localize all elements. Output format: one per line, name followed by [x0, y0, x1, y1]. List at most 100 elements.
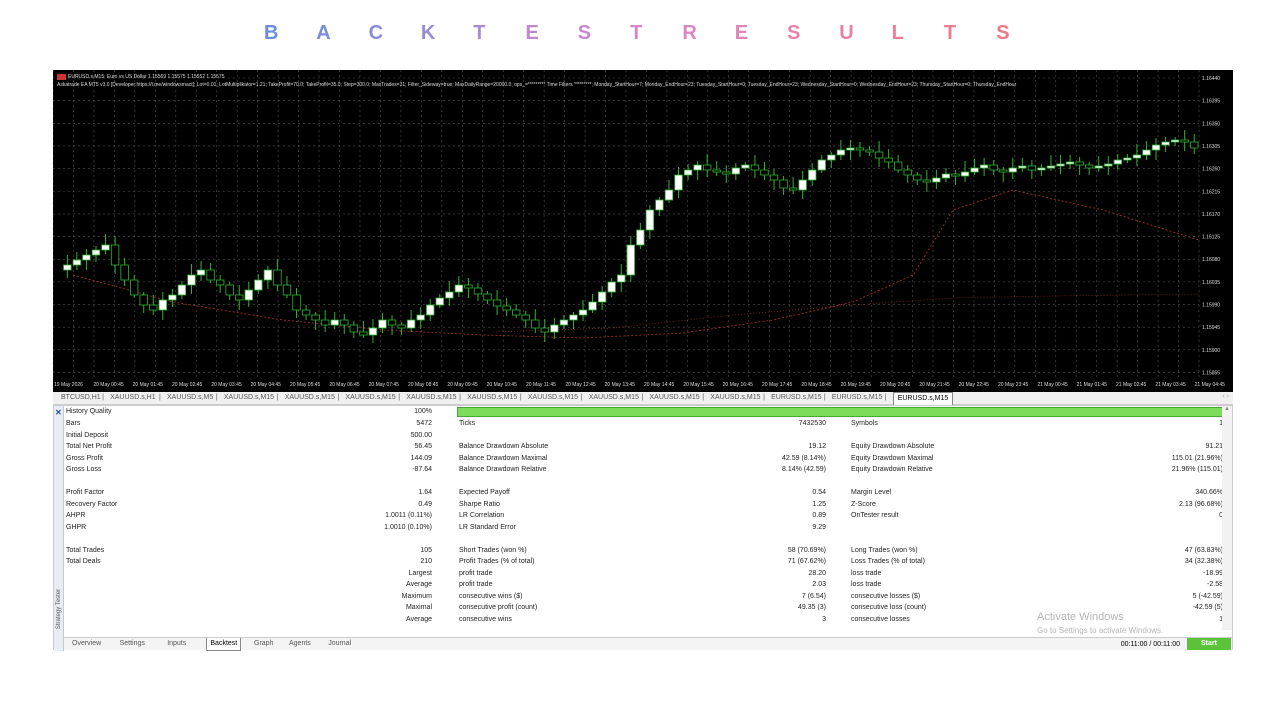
right-value: -18.99 — [1203, 569, 1223, 577]
report-scrollbar[interactable]: ▲ — [1222, 406, 1232, 630]
candle-body — [999, 169, 1008, 173]
tab-overview[interactable]: Overview — [72, 640, 101, 647]
heading-letter: R — [682, 22, 697, 44]
chart-tab[interactable]: XAUUSD.s,M15 — [285, 394, 335, 401]
heading-letter: B — [264, 22, 279, 44]
report-row — [64, 476, 1224, 488]
time-label: 20 May 03:45 — [211, 382, 242, 388]
right-value: 47 (63.83%) — [1184, 546, 1223, 554]
row-value: 56.45 — [414, 443, 432, 450]
chart-tab[interactable]: EURUSD.s,M15 — [832, 394, 883, 401]
tab-divider: | — [215, 394, 218, 401]
chart-tab[interactable]: XAUUSD.s,M15 — [589, 394, 639, 401]
price-chart[interactable]: 1.16440 1.16395 1.16350 1.16305 1.16260 1.162… — [53, 70, 1233, 392]
candle-body — [244, 289, 253, 301]
candle-body — [559, 319, 569, 326]
chart-tab[interactable]: XAUUSD.s,M15 — [710, 394, 760, 401]
right-label: Loss Trades (% of total) — [851, 558, 925, 565]
mid-value: 49.35 (3) — [797, 604, 826, 611]
candle-body — [970, 167, 979, 173]
candle-body — [63, 264, 72, 271]
tab-agents[interactable]: Agents — [289, 640, 311, 647]
tab-scroll-icon[interactable]: ‹ › — [1222, 393, 1229, 400]
mid-label: Profit Trades (% of total) — [459, 558, 535, 565]
candle-body — [855, 147, 865, 151]
flag-icon — [57, 73, 66, 80]
tab-backtest[interactable]: Backtest — [206, 638, 242, 651]
candle-body — [91, 249, 101, 256]
report-row — [64, 533, 1224, 545]
chart-tab[interactable]: EURUSD.s,M15 — [892, 392, 954, 405]
mid-label: profit trade — [459, 569, 493, 577]
price-label: 1.15945 — [1202, 325, 1220, 331]
candle-body — [884, 157, 893, 163]
time-label: 21 May 04:45 — [1195, 382, 1226, 388]
report-row: Recovery Factor 0.49 Sharpe Ratio 1.25 Z-Sco… — [64, 499, 1224, 511]
candle-body — [378, 319, 387, 329]
candle-body — [932, 177, 941, 183]
candle-body — [760, 169, 769, 176]
time-label: 21 May 00:45 — [1037, 382, 1068, 388]
candle-body — [502, 305, 511, 311]
row-value: 1.0011 (0.11%) — [385, 512, 432, 519]
time-label: 20 May 01:45 — [133, 382, 164, 388]
candle-body — [273, 269, 282, 286]
mid-value: 71 (67.62%) — [787, 558, 826, 565]
mid-label: Balance Drawdown Maximal — [459, 454, 548, 462]
row-label: Gross Profit — [66, 454, 103, 462]
chart-tab[interactable]: XAUUSD.s,M15 — [528, 394, 578, 401]
candle-body — [960, 171, 970, 177]
candle-body — [464, 284, 473, 289]
price-label: 1.16035 — [1202, 280, 1220, 286]
candle-body — [263, 269, 273, 281]
candle-body — [550, 324, 559, 333]
tab-inputs[interactable]: Inputs — [167, 640, 186, 647]
chart-tab[interactable]: XAUUSD.s,M15 — [224, 394, 274, 401]
chart-tab[interactable]: XAUUSD.s,M15 — [346, 394, 396, 401]
candle-body — [158, 299, 168, 311]
candle-body — [1037, 167, 1046, 171]
mid-value: 42.59 (8.14%) — [782, 454, 826, 462]
chart-tab[interactable]: XAUUSD.s,M15 — [406, 394, 456, 401]
mid-value: 7 (6.54) — [801, 592, 826, 600]
tab-journal[interactable]: Journal — [328, 640, 351, 647]
close-icon[interactable]: ✕ — [55, 408, 62, 417]
candle-body — [1104, 163, 1113, 167]
chart-tab[interactable]: XAUUSD.s,M15 — [467, 394, 517, 401]
chart-tab[interactable]: XAUUSD.s,M5 — [167, 394, 213, 401]
candle-body — [808, 169, 817, 181]
tab-graph[interactable]: Graph — [254, 640, 273, 647]
candle-body — [1008, 167, 1017, 173]
row-value: 210 — [420, 558, 432, 565]
row-value: Maximal — [405, 604, 432, 611]
candle-body — [139, 294, 148, 306]
candle-body — [703, 164, 712, 171]
right-value: 115.01 (21.96%) — [1171, 454, 1223, 462]
price-label: 1.16305 — [1202, 144, 1220, 150]
chart-tab[interactable]: BTCUSD,H1 — [61, 394, 101, 401]
candle-body — [874, 151, 884, 159]
candle-body — [626, 244, 635, 276]
candlestick-chart-svg: 1.16440 1.16395 1.16350 1.16305 1.16260 1.162… — [53, 70, 1226, 388]
heading-letter: K — [420, 22, 436, 44]
heading-letter: U — [839, 22, 854, 44]
chart-tab[interactable]: XAUUSD.s,M15 — [650, 394, 700, 401]
tab-settings[interactable]: Settings — [120, 640, 145, 647]
candle-body — [788, 187, 798, 191]
candle-body — [206, 269, 215, 281]
candle-body — [597, 291, 607, 303]
mid-value: 0.54 — [812, 489, 826, 496]
mid-label: consecutive profit (count) — [459, 604, 538, 611]
candle-body — [445, 291, 454, 299]
chart-tab[interactable]: XAUUSD.s,H1 — [110, 394, 156, 401]
start-button[interactable]: Start — [1187, 638, 1231, 650]
chart-tab[interactable]: EURUSD.s,M15 — [771, 394, 822, 401]
row-label: AHPR — [66, 512, 86, 519]
tab-divider: | — [337, 394, 340, 401]
candle-body — [1018, 165, 1027, 169]
candle-body — [798, 179, 807, 191]
candle-body — [531, 319, 540, 329]
candle-body — [645, 209, 655, 231]
time-label: 20 May 04:45 — [251, 382, 282, 388]
mid-value: 28.20 — [808, 569, 826, 577]
